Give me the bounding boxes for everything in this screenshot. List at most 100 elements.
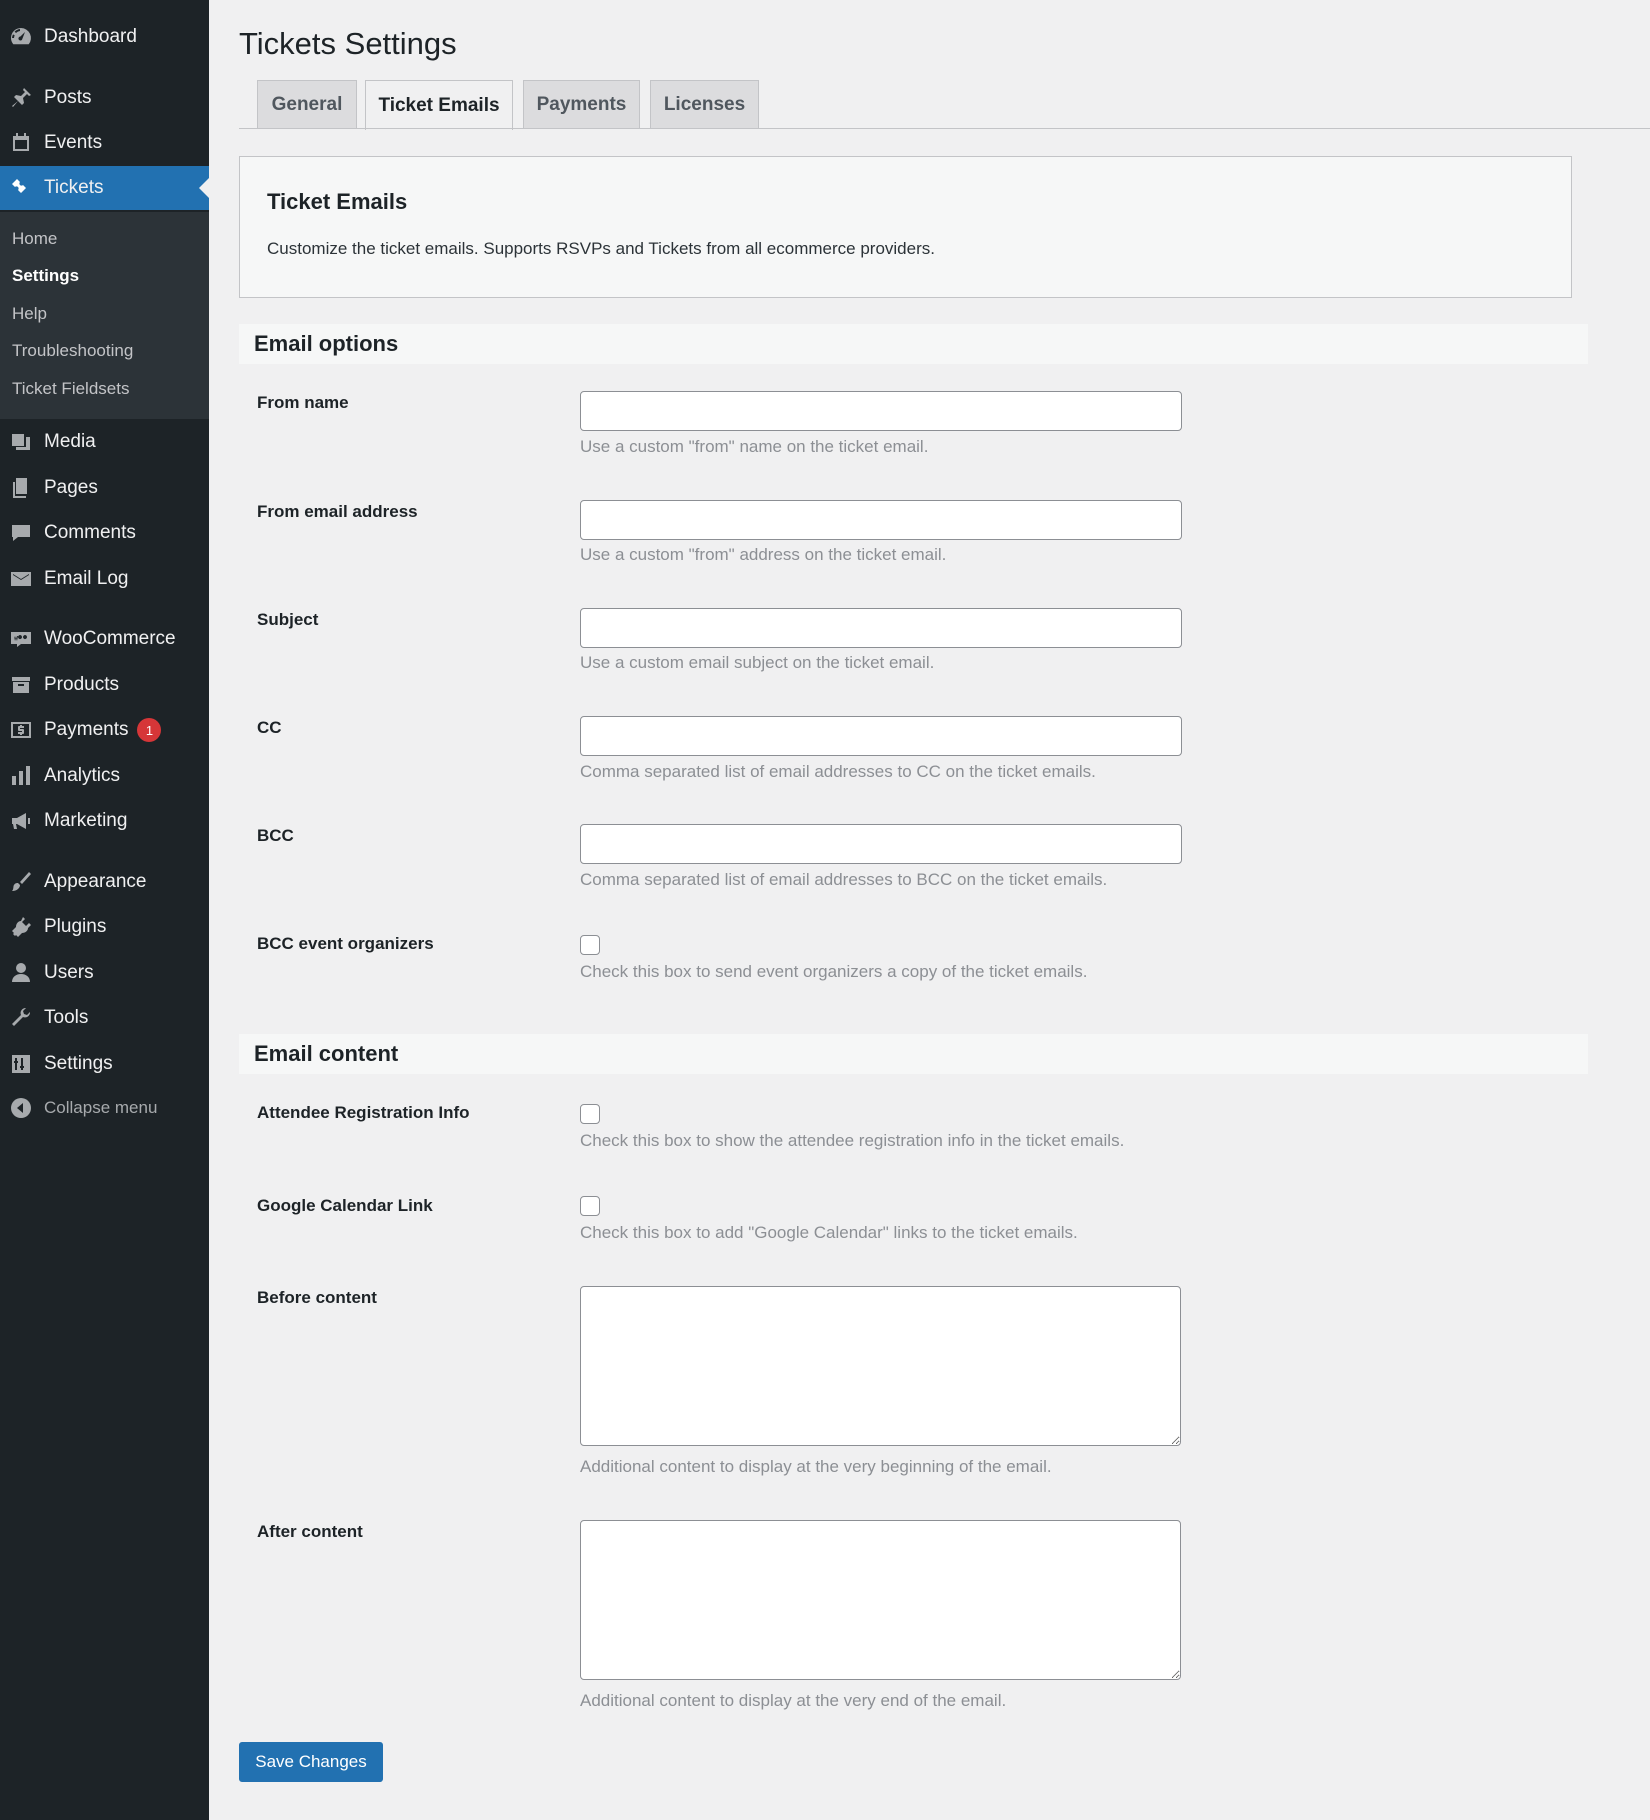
menu-item-appearance[interactable]: Appearance [0,860,209,904]
brush-icon [8,869,34,895]
archive-icon [8,672,34,698]
menu-item-tickets[interactable]: Tickets [0,166,209,210]
menu-item-users[interactable]: Users [0,951,209,995]
dashboard-icon [8,24,34,50]
pages-icon [8,475,34,501]
bcc-input[interactable] [580,824,1182,864]
collapse-menu-button[interactable]: Collapse menu [0,1086,209,1130]
notification-badge: 1 [137,718,162,742]
field-label-bcc: BCC [257,826,294,845]
subject-input[interactable] [580,608,1182,648]
submenu-settings[interactable]: Settings [12,266,79,286]
submenu-troubleshooting[interactable]: Troubleshooting [12,341,133,361]
email-icon [8,566,34,592]
menu-item-events[interactable]: Events [0,121,209,165]
menu-label: WooCommerce [44,628,176,649]
admin-sidebar: Dashboard Posts Events Tickets Home Sett… [0,0,209,1820]
field-label-after-content: After content [257,1522,363,1541]
plugin-icon [8,914,34,940]
menu-item-pages[interactable]: Pages [0,466,209,510]
menu-item-tools[interactable]: Tools [0,996,209,1040]
menu-item-woocommerce[interactable]: WooCommerce [0,617,209,661]
before-content-description: Additional content to display at the ver… [580,1457,1052,1476]
field-label-before-content: Before content [257,1288,377,1307]
attendee-info-description: Check this box to show the attendee regi… [580,1131,1125,1150]
main-content: Tickets Settings General Ticket Emails P… [209,0,1650,1820]
after-content-textarea[interactable] [580,1520,1181,1680]
attendee-info-checkbox[interactable] [580,1104,600,1124]
tickets-submenu: Home Settings Help Troubleshooting Ticke… [0,212,209,419]
menu-label: Settings [44,1053,113,1074]
field-label-cc: CC [257,718,282,737]
tab-ticket-emails[interactable]: Ticket Emails [365,80,513,130]
menu-item-media[interactable]: Media [0,420,209,464]
ticket-icon [8,175,34,201]
collapse-menu-label: Collapse menu [44,1098,158,1117]
from-email-input[interactable] [580,500,1182,540]
chart-bar-icon [8,763,34,789]
menu-label: Posts [44,87,92,108]
pin-icon [8,85,34,111]
tab-payments[interactable]: Payments [523,80,640,129]
menu-label: Plugins [44,916,107,937]
menu-label: Media [44,431,96,452]
menu-label: Pages [44,477,98,498]
bcc-description: Comma separated list of email addresses … [580,870,1108,889]
menu-label: Comments [44,522,136,543]
menu-item-posts[interactable]: Posts [0,76,209,120]
submenu-help[interactable]: Help [12,304,47,324]
from-name-description: Use a custom "from" name on the ticket e… [580,437,929,456]
megaphone-icon [8,808,34,834]
woo-icon [8,626,34,652]
before-content-textarea[interactable] [580,1286,1181,1446]
submenu-home[interactable]: Home [12,229,57,249]
from-name-input[interactable] [580,391,1182,431]
media-icon [8,429,34,455]
menu-item-plugins[interactable]: Plugins [0,905,209,949]
menu-item-marketing[interactable]: Marketing [0,799,209,843]
bcc-organizers-checkbox[interactable] [580,935,600,955]
field-label-subject: Subject [257,610,319,629]
field-label-google-calendar: Google Calendar Link [257,1196,433,1215]
field-label-bcc-organizers: BCC event organizers [257,934,434,953]
menu-label: Dashboard [44,26,137,47]
after-content-description: Additional content to display at the ver… [580,1691,1007,1710]
tab-general[interactable]: General [257,80,357,129]
field-label-from-name: From name [257,393,349,412]
menu-item-dashboard[interactable]: Dashboard [0,15,209,59]
email-options-heading: Email options [239,324,1588,364]
dollar-icon [8,717,34,743]
menu-label: Analytics [44,765,121,786]
menu-item-comments[interactable]: Comments [0,511,209,555]
from-email-description: Use a custom "from" address on the ticke… [580,545,947,564]
menu-label: Tools [44,1007,89,1028]
user-icon [8,960,34,986]
save-changes-button[interactable]: Save Changes [239,1742,383,1782]
page-title: Tickets Settings [239,26,457,61]
menu-item-settings[interactable]: Settings [0,1042,209,1086]
tab-licenses[interactable]: Licenses [650,80,759,129]
cc-description: Comma separated list of email addresses … [580,762,1096,781]
intro-title: Ticket Emails [267,189,408,214]
google-calendar-description: Check this box to add "Google Calendar" … [580,1223,1078,1242]
bcc-organizers-description: Check this box to send event organizers … [580,962,1088,981]
submenu-ticket-fieldsets[interactable]: Ticket Fieldsets [12,379,129,399]
cc-input[interactable] [580,716,1182,756]
menu-item-analytics[interactable]: Analytics [0,754,209,798]
menu-label: Events [44,132,103,153]
settings-icon [8,1051,34,1077]
menu-label: Payments [44,719,129,740]
intro-description: Customize the ticket emails. Supports RS… [267,239,935,258]
tabs-divider [239,128,1650,129]
menu-item-payments[interactable]: Payments 1 [0,708,209,752]
menu-label: Appearance [44,871,147,892]
wrench-icon [8,1005,34,1031]
menu-item-products[interactable]: Products [0,663,209,707]
menu-item-email-log[interactable]: Email Log [0,557,209,601]
google-calendar-checkbox[interactable] [580,1196,600,1216]
field-label-from-email: From email address [257,502,418,521]
collapse-arrow-icon [8,1095,34,1121]
subject-description: Use a custom email subject on the ticket… [580,653,935,672]
intro-card: Ticket Emails Customize the ticket email… [239,156,1572,298]
field-label-attendee-info: Attendee Registration Info [257,1103,470,1122]
